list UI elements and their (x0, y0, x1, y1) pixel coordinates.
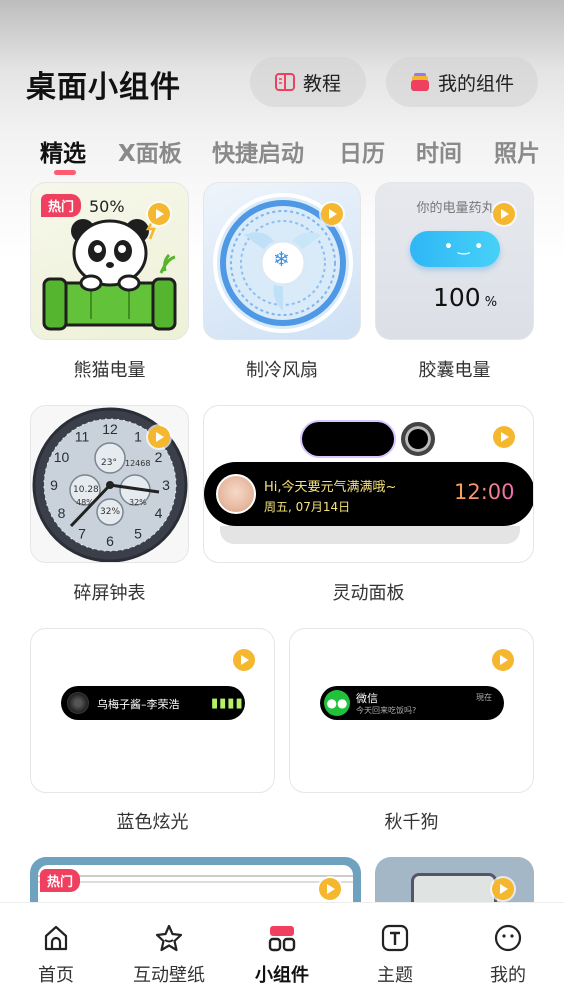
tutorial-label: 教程 (302, 72, 341, 95)
app-name: 微信 (356, 692, 378, 705)
profile-icon (494, 924, 522, 952)
capsule-value: 100% (433, 283, 498, 312)
play-icon[interactable] (321, 203, 343, 225)
clock-steps: 12468 (125, 459, 151, 468)
snowflake-icon: ❄ (273, 247, 290, 271)
widget-card-dynamic[interactable]: Hi,今天要元气满满哦~ 周五, 07月14日 12:00 (203, 405, 534, 563)
clock-numeral: 1 (134, 429, 142, 445)
widget-label-blue: 蓝色炫光 (116, 812, 189, 833)
clock-numeral: 9 (50, 477, 58, 493)
tab-quick-launch[interactable]: 快捷启动 (212, 134, 304, 168)
clock-numeral: 10 (54, 449, 70, 465)
smile-face-icon: • ‿ • (444, 239, 484, 255)
page-title: 桌面小组件 (26, 70, 181, 105)
hot-badge: 热门 (41, 194, 82, 217)
clock-numeral: 3 (162, 477, 170, 493)
avatar (216, 474, 256, 514)
clock-numeral: 7 (78, 525, 86, 541)
nav-themes[interactable]: 主题 (339, 923, 451, 987)
widget-label-clock: 碎屏钟表 (73, 583, 146, 604)
star-icon (155, 924, 183, 952)
clock-left-gauge: 48% (76, 498, 94, 507)
album-icon (67, 692, 89, 714)
play-icon[interactable] (148, 203, 170, 225)
nav-home[interactable]: 首页 (0, 923, 112, 987)
play-icon[interactable] (493, 203, 515, 225)
play-icon[interactable] (233, 649, 255, 671)
message-text: 今天回来吃饭吗? (356, 706, 417, 715)
nav-profile[interactable]: 我的 (452, 923, 564, 987)
tab-x-panel[interactable]: X面板 (118, 134, 182, 168)
clock-numeral: 5 (134, 525, 142, 541)
widget-card-panda[interactable]: 热门 50% (30, 182, 189, 340)
wallet-icon (410, 72, 430, 92)
tab-time[interactable]: 时间 (416, 134, 462, 168)
hot-badge: 热门 (40, 869, 81, 892)
island-ring (401, 422, 435, 456)
play-icon[interactable] (319, 878, 341, 900)
play-icon[interactable] (492, 878, 514, 900)
book-icon (274, 73, 295, 91)
tutorial-button[interactable]: 教程 (250, 57, 366, 107)
panel-shadow (220, 526, 520, 544)
play-icon[interactable] (492, 649, 514, 671)
my-widgets-button[interactable]: 我的组件 (386, 57, 538, 107)
clock-right-gauge: 32% (129, 498, 147, 507)
widget-label-fan: 制冷风扇 (246, 360, 318, 381)
widget-card-blue[interactable]: 乌梅子酱–李荣浩 ▮▮▮▮ (30, 628, 275, 793)
date-text: 周五, 07月14日 (264, 500, 351, 514)
dynamic-panel: Hi,今天要元气满满哦~ 周五, 07月14日 12:00 (204, 462, 533, 526)
clock-numeral: 2 (155, 449, 163, 465)
message-pill: ●● 微信 今天回来吃饭吗? 現在 (320, 686, 504, 720)
time-text: 12:00 (454, 480, 515, 504)
widget-card-swing[interactable]: ●● 微信 今天回来吃饭吗? 現在 (289, 628, 534, 793)
widgets-icon (268, 926, 296, 952)
nav-widgets[interactable]: 小组件 (226, 923, 338, 987)
clock-date: 10.28 (73, 485, 99, 495)
widget-card-clock[interactable]: 12 1 2 3 4 5 6 7 8 9 10 11 23° 12468 10.28 48% 32% … (30, 405, 189, 563)
widget-label-swing: 秋千狗 (384, 812, 439, 833)
equalizer-icon: ▮▮▮▮ (211, 696, 244, 711)
widget-label-capsule: 胶囊电量 (418, 360, 491, 381)
theme-icon (381, 924, 409, 952)
greeting-text: Hi,今天要元气满满哦~ (264, 480, 397, 495)
my-widgets-label: 我的组件 (437, 72, 514, 95)
capsule-pill: • ‿ • (410, 231, 500, 267)
play-icon[interactable] (493, 426, 515, 448)
music-pill: 乌梅子酱–李荣浩 ▮▮▮▮ (61, 686, 245, 720)
widget-label-panda: 熊猫电量 (73, 360, 146, 381)
clock-center-gauge: 32% (100, 507, 121, 517)
category-tabs: 精选 X面板 快捷启动 日历 时间 照片 (0, 130, 564, 175)
message-time: 現在 (476, 693, 492, 702)
battery-percent: 50% (89, 197, 125, 216)
clock-numeral: 4 (155, 505, 163, 521)
widget-card-capsule[interactable]: 你的电量药丸 • ‿ • 100% (375, 182, 534, 340)
clock-numeral: 6 (106, 533, 114, 549)
tab-photos[interactable]: 照片 (494, 134, 540, 168)
widget-card-fan[interactable]: ❄ (203, 182, 361, 340)
tab-featured[interactable]: 精选 (40, 134, 86, 168)
tab-active-indicator (54, 170, 76, 175)
clock-numeral: 11 (75, 429, 90, 445)
home-icon (44, 925, 68, 951)
wechat-icon: ●● (324, 690, 350, 716)
clock-numeral: 12 (102, 421, 118, 437)
widget-label-dynamic: 灵动面板 (332, 583, 405, 604)
play-icon[interactable] (148, 426, 170, 448)
clock-numeral: 8 (58, 505, 66, 521)
tab-calendar[interactable]: 日历 (339, 134, 385, 168)
island-pill (302, 422, 394, 456)
nav-live-wallpaper[interactable]: 互动壁纸 (113, 923, 225, 987)
clock-temp: 23° (101, 458, 117, 468)
song-title: 乌梅子酱–李荣浩 (97, 698, 180, 711)
bottom-nav: 首页 互动壁纸 小组件 主题 我的 (0, 902, 564, 1002)
